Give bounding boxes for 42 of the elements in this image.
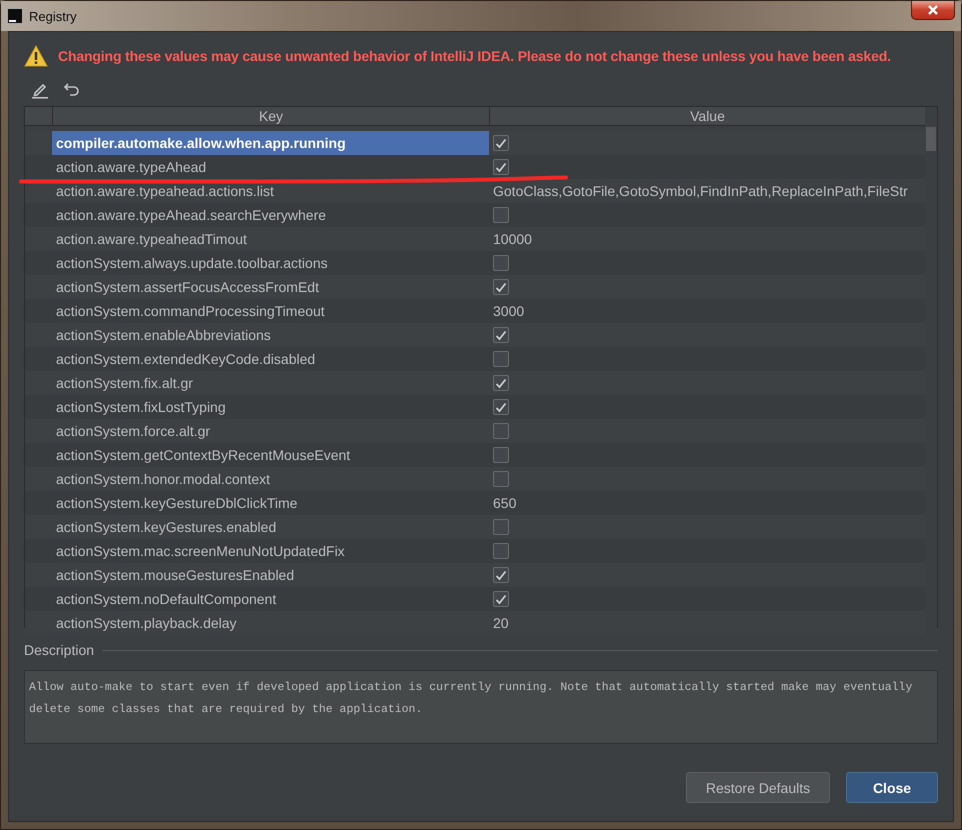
checkmark-icon (495, 138, 507, 148)
value-text: 10000 (493, 231, 532, 247)
checkbox[interactable] (493, 567, 509, 583)
value-text: 650 (493, 495, 516, 511)
checkbox[interactable] (493, 591, 509, 607)
window-close-button[interactable] (911, 1, 955, 20)
checkbox[interactable] (493, 399, 509, 415)
key-cell[interactable]: compiler.automake.allow.when.app.running (52, 131, 489, 155)
close-button[interactable]: Close (846, 772, 938, 803)
checkbox[interactable] (493, 135, 509, 151)
restore-defaults-button[interactable]: Restore Defaults (686, 772, 830, 803)
checkmark-icon (495, 378, 507, 388)
warning-text: Changing these values may cause unwanted behavior of IntelliJ IDEA. Please do not change these unless you have been asked. (58, 48, 891, 64)
checkmark-icon (495, 282, 507, 292)
value-text: 20 (493, 615, 509, 631)
checkbox[interactable] (493, 519, 509, 535)
checkbox[interactable] (493, 423, 509, 439)
warning-icon (24, 45, 48, 67)
checkmark-icon (495, 570, 507, 580)
value-text: 3000 (493, 303, 524, 319)
description-label: Description (24, 642, 94, 658)
checkbox[interactable] (493, 375, 509, 391)
checkbox[interactable] (493, 207, 509, 223)
checkmark-icon (495, 594, 507, 604)
value-text: GotoClass,GotoFile,GotoSymbol,FindInPath,ReplaceInPath,FileStr (493, 183, 908, 199)
window-title: Registry (29, 8, 77, 24)
checkbox[interactable] (493, 327, 509, 343)
checkbox[interactable] (493, 279, 509, 295)
checkmark-icon (495, 330, 507, 340)
checkbox[interactable] (493, 159, 509, 175)
checkbox[interactable] (493, 351, 509, 367)
column-header[interactable]: Key (52, 107, 489, 126)
column-header[interactable]: Value (489, 107, 925, 126)
checkbox[interactable] (493, 543, 509, 559)
description-text: Allow auto-make to start even if developed application is currently running. Note that automatically started make may eventually delete some classes that are required by the application. (24, 670, 938, 744)
checkmark-icon (495, 402, 507, 412)
app-icon (7, 8, 23, 24)
checkbox[interactable] (493, 447, 509, 463)
close-icon (927, 5, 939, 15)
checkbox[interactable] (493, 255, 509, 271)
checkbox[interactable] (493, 471, 509, 487)
checkmark-icon (495, 162, 507, 172)
